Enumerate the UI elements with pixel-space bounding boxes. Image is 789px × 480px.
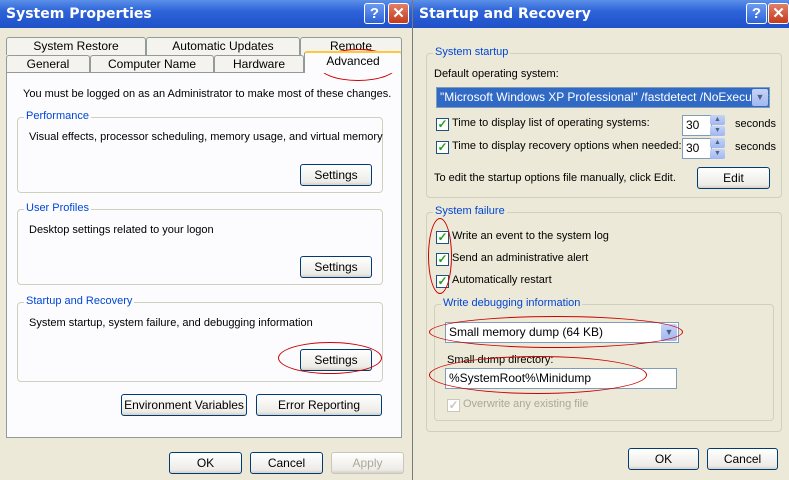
system-properties-window: System Properties ? ✕ System Restore Aut…: [0, 0, 412, 480]
edit-note: To edit the startup options file manuall…: [434, 172, 676, 184]
startup-recovery-titlebar[interactable]: Startup and Recovery: [413, 0, 789, 28]
spin-up-icon[interactable]: ▲: [710, 115, 725, 125]
display-recovery-checkbox[interactable]: ✓: [436, 141, 449, 154]
seconds-label: seconds: [735, 118, 776, 130]
display-list-checkbox[interactable]: ✓: [436, 118, 449, 131]
system-failure-group: System failure ✓ Write an event to the s…: [426, 205, 782, 432]
write-event-label: Write an event to the system log: [452, 230, 609, 242]
window-title: Startup and Recovery: [419, 6, 591, 22]
overwrite-checkbox[interactable]: ✓: [447, 399, 460, 412]
chevron-down-icon[interactable]: ▼: [752, 89, 768, 106]
tab-advanced[interactable]: Advanced: [304, 51, 402, 73]
apply-button[interactable]: Apply: [331, 452, 404, 474]
tab-hardware[interactable]: Hardware: [214, 55, 304, 73]
spin-up-icon[interactable]: ▲: [710, 138, 725, 148]
display-list-seconds-input[interactable]: 30: [682, 115, 712, 136]
display-recovery-seconds-input[interactable]: 30: [682, 138, 712, 159]
performance-settings-button[interactable]: Settings: [300, 164, 372, 186]
admin-note: You must be logged on as an Administrato…: [23, 88, 392, 100]
dump-type-dropdown[interactable]: Small memory dump (64 KB) ▼: [445, 322, 679, 343]
system-startup-title: System startup: [433, 46, 511, 58]
send-alert-checkbox[interactable]: ✓: [436, 253, 449, 266]
user-profiles-description: Desktop settings related to your logon: [29, 224, 214, 236]
display-recovery-label: Time to display recovery options when ne…: [452, 140, 682, 152]
tab-computer-name[interactable]: Computer Name: [90, 55, 214, 73]
auto-restart-checkbox[interactable]: ✓: [436, 275, 449, 288]
startup-recovery-description: System startup, system failure, and debu…: [29, 317, 313, 329]
startup-recovery-window: Startup and Recovery ? ✕ System startup …: [413, 0, 789, 480]
overwrite-label: Overwrite any existing file: [463, 398, 589, 410]
default-os-dropdown[interactable]: "Microsoft Windows XP Professional" /fas…: [436, 87, 770, 108]
seconds-label: seconds: [735, 141, 776, 153]
spin-down-icon[interactable]: ▼: [710, 149, 725, 159]
startup-recovery-title: Startup and Recovery: [24, 295, 135, 307]
advanced-tab-panel: You must be logged on as an Administrato…: [6, 72, 402, 438]
startup-recovery-settings-button[interactable]: Settings: [300, 349, 372, 371]
debug-info-group: Write debugging information Small memory…: [434, 297, 774, 421]
performance-description: Visual effects, processor scheduling, me…: [29, 131, 383, 143]
default-os-value: "Microsoft Windows XP Professional" /fas…: [440, 90, 770, 104]
ok-button[interactable]: OK: [169, 452, 242, 474]
user-profiles-title: User Profiles: [24, 202, 91, 214]
system-failure-title: System failure: [433, 205, 507, 217]
window-title: System Properties: [6, 6, 152, 22]
help-button[interactable]: ?: [364, 3, 385, 24]
help-button[interactable]: ?: [746, 3, 767, 24]
display-list-spinner[interactable]: ▲ ▼: [710, 115, 725, 136]
ok-button[interactable]: OK: [628, 448, 699, 470]
write-event-checkbox[interactable]: ✓: [436, 231, 449, 244]
cancel-button[interactable]: Cancel: [250, 452, 323, 474]
tab-automatic-updates[interactable]: Automatic Updates: [146, 37, 300, 55]
performance-title: Performance: [24, 110, 91, 122]
tab-system-restore[interactable]: System Restore: [6, 37, 146, 55]
edit-button[interactable]: Edit: [697, 167, 770, 189]
display-list-label: Time to display list of operating system…: [452, 117, 650, 129]
error-reporting-button[interactable]: Error Reporting: [256, 394, 382, 416]
user-profiles-group: User Profiles Desktop settings related t…: [17, 202, 383, 285]
performance-group: Performance Visual effects, processor sc…: [17, 110, 383, 193]
system-startup-group: System startup Default operating system:…: [426, 46, 782, 198]
dump-dir-input[interactable]: %SystemRoot%\Minidump: [445, 368, 677, 389]
dump-type-value: Small memory dump (64 KB): [449, 325, 604, 339]
default-os-label: Default operating system:: [434, 68, 559, 80]
close-button[interactable]: ✕: [768, 3, 789, 24]
startup-recovery-group: Startup and Recovery System startup, sys…: [17, 295, 383, 382]
chevron-down-icon[interactable]: ▼: [661, 324, 677, 341]
cancel-button[interactable]: Cancel: [707, 448, 778, 470]
tab-general[interactable]: General: [6, 55, 90, 73]
close-button[interactable]: ✕: [388, 3, 409, 24]
send-alert-label: Send an administrative alert: [452, 252, 589, 264]
environment-variables-button[interactable]: Environment Variables: [121, 394, 247, 416]
dump-dir-label: Small dump directory:: [447, 354, 554, 366]
spin-down-icon[interactable]: ▼: [710, 126, 725, 136]
auto-restart-label: Automatically restart: [452, 274, 552, 286]
user-profiles-settings-button[interactable]: Settings: [300, 256, 372, 278]
display-recovery-spinner[interactable]: ▲ ▼: [710, 138, 725, 159]
system-properties-titlebar[interactable]: System Properties: [0, 0, 412, 28]
debug-info-title: Write debugging information: [441, 297, 583, 309]
